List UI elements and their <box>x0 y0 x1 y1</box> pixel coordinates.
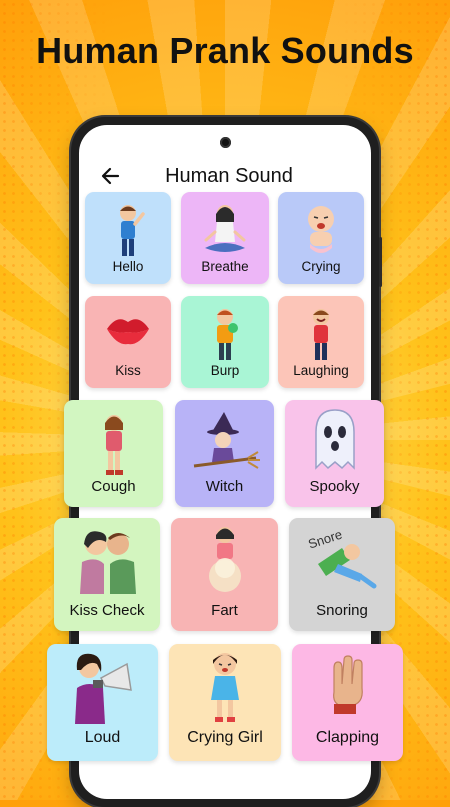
screen-title: Human Sound <box>165 165 293 187</box>
sound-card-cough[interactable]: Cough <box>64 400 163 507</box>
ghost-icon <box>314 409 355 470</box>
sound-card-spooky[interactable]: Spooky <box>285 400 384 507</box>
laughing-boy-icon <box>313 309 329 360</box>
lips-icon <box>107 319 149 345</box>
sound-card-snoring[interactable]: Snore Snoring <box>289 518 395 631</box>
front-camera <box>220 137 231 148</box>
sound-label: Burp <box>210 363 240 378</box>
sound-card-hello[interactable]: Hello <box>85 192 171 284</box>
sound-label: Fart <box>211 602 238 619</box>
sound-label: Laughing <box>293 363 349 378</box>
sound-card-witch[interactable]: Witch <box>175 400 274 507</box>
witch-icon <box>193 412 260 469</box>
volume-button <box>379 237 382 287</box>
app-bar: Human Sound <box>79 159 371 193</box>
promo-headline: Human Prank Sounds <box>36 30 414 71</box>
sound-label: Kiss <box>115 363 141 378</box>
sound-card-crying-girl[interactable]: Crying Girl <box>169 644 281 761</box>
boy-waving-icon <box>120 205 145 256</box>
sound-label: Kiss Check <box>69 602 145 619</box>
sound-card-kiss-check[interactable]: Kiss Check <box>54 518 160 631</box>
sound-label: Snoring <box>316 602 368 619</box>
sound-label: Witch <box>205 478 244 495</box>
sleeping-boy-icon: Snore <box>306 527 377 589</box>
sound-label: Clapping <box>315 729 380 746</box>
sound-card-fart[interactable]: Fart <box>171 518 278 631</box>
sound-card-breathe[interactable]: Breathe <box>181 192 269 284</box>
sound-label: Loud <box>84 729 121 746</box>
megaphone-woman-icon <box>74 653 132 724</box>
kissing-couple-icon <box>80 531 136 594</box>
crying-girl-icon <box>211 653 239 722</box>
sound-label: Crying <box>301 259 341 274</box>
sound-label: Hello <box>112 259 144 274</box>
clapping-hands-icon <box>332 655 363 714</box>
sound-card-crying[interactable]: Crying <box>278 192 364 284</box>
sound-label: Spooky <box>309 478 360 495</box>
farting-girl-icon <box>208 527 241 592</box>
sound-card-burp[interactable]: Burp <box>181 296 269 388</box>
sound-label: Breathe <box>201 259 249 274</box>
crying-baby-icon <box>308 206 334 253</box>
sound-card-kiss[interactable]: Kiss <box>85 296 171 388</box>
sound-card-clapping[interactable]: Clapping <box>292 644 403 761</box>
sound-card-laughing[interactable]: Laughing <box>278 296 364 388</box>
sound-label: Crying Girl <box>187 729 263 746</box>
sound-label: Cough <box>91 478 136 495</box>
sound-card-loud[interactable]: Loud <box>47 644 158 761</box>
coughing-girl-icon <box>104 415 123 475</box>
snore-text: Snore <box>306 527 344 552</box>
burping-boy-icon <box>217 309 238 360</box>
meditating-woman-icon <box>204 205 246 252</box>
